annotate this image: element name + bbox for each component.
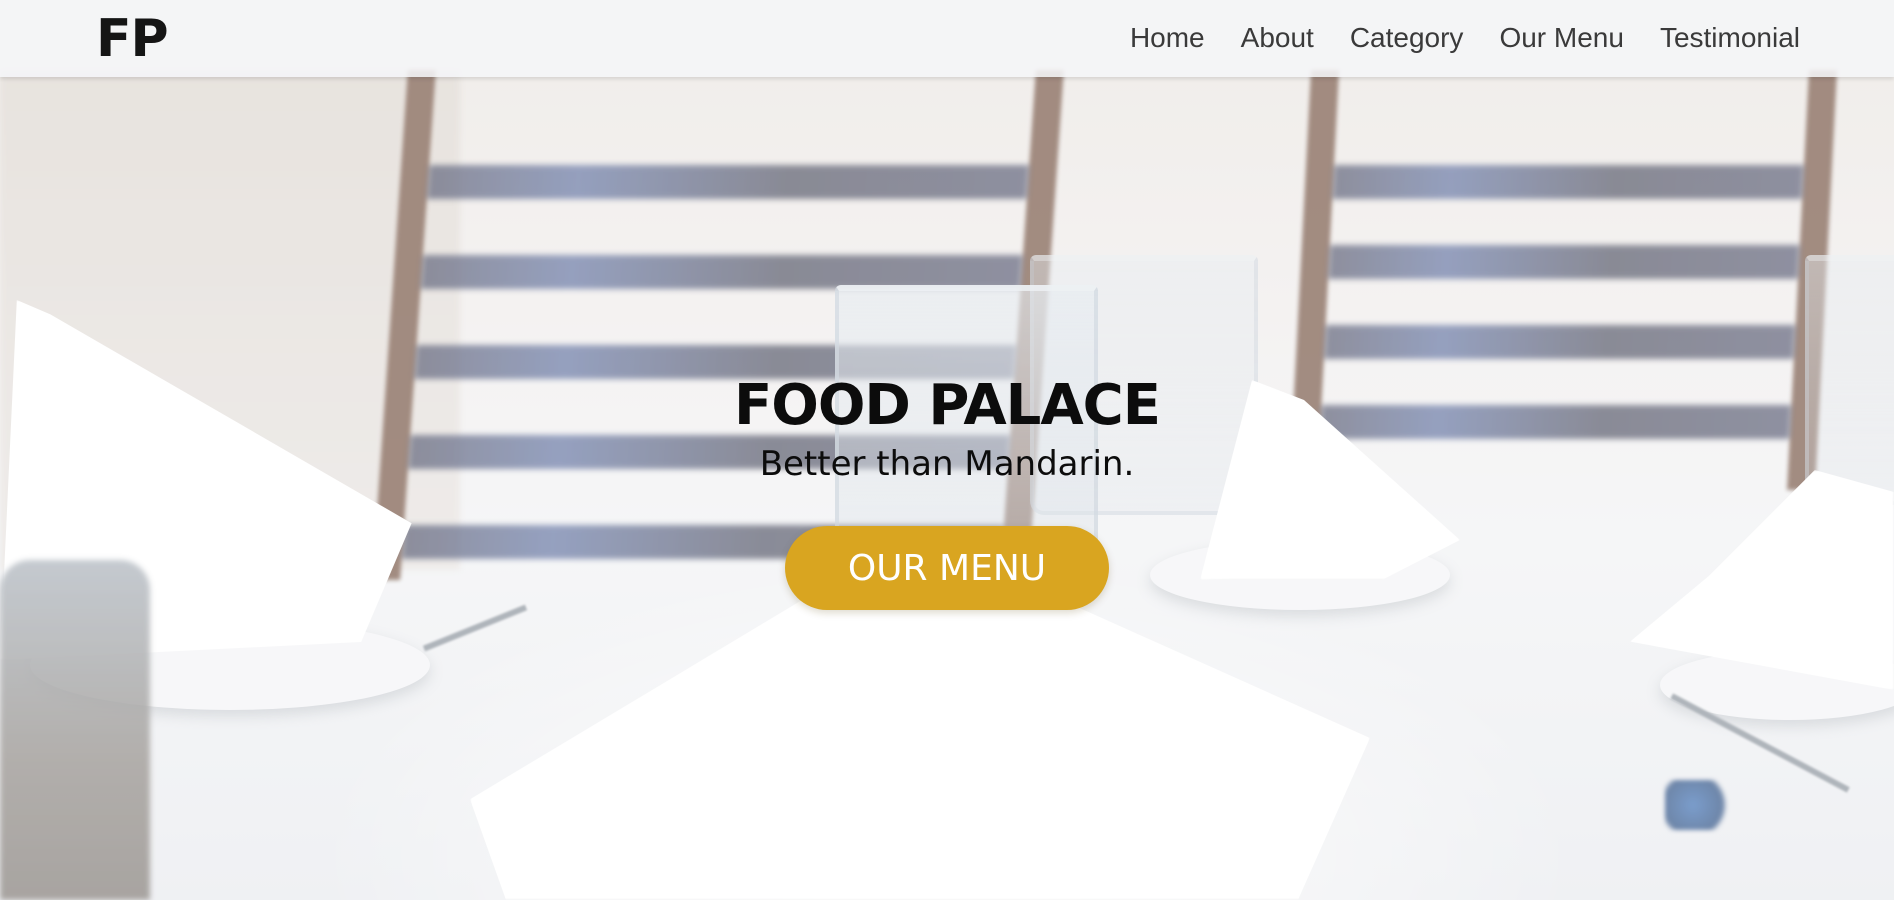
- nav-links: Home About Category Our Menu Testimonial: [1130, 22, 1800, 54]
- nav-link-category[interactable]: Category: [1350, 22, 1464, 54]
- navbar: FP Home About Category Our Menu Testimon…: [0, 0, 1894, 77]
- our-menu-button[interactable]: OUR MENU: [785, 526, 1109, 610]
- brand-logo[interactable]: FP: [96, 9, 169, 69]
- nav-link-testimonial[interactable]: Testimonial: [1660, 22, 1800, 54]
- nav-link-about[interactable]: About: [1241, 22, 1314, 54]
- nav-link-home[interactable]: Home: [1130, 22, 1205, 54]
- nav-link-our-menu[interactable]: Our Menu: [1499, 22, 1624, 54]
- hero-title: FOOD PALACE: [733, 373, 1161, 438]
- hero-section: FOOD PALACE Better than Mandarin. OUR ME…: [0, 372, 1894, 610]
- hero-tagline: Better than Mandarin.: [759, 444, 1135, 484]
